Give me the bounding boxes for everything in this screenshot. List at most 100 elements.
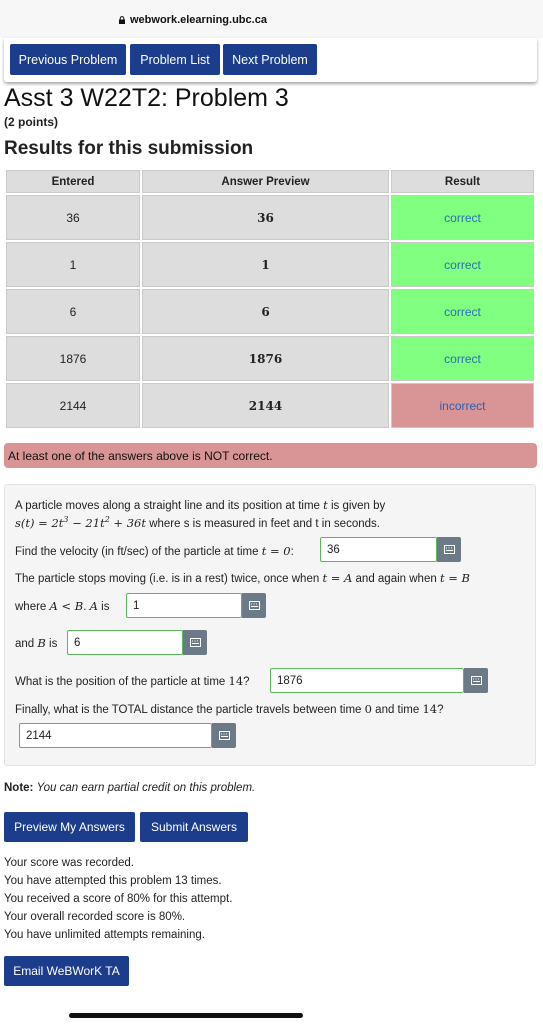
- note-label: Note:: [4, 782, 34, 794]
- question-text: The particle stops moving (i.e. is in a …: [15, 573, 320, 585]
- formula-part: − 21t: [68, 515, 105, 530]
- message-line: Your score was recorded.: [4, 857, 134, 869]
- problem-statement-line2: s(t) = 2t3 − 21t2 + 36t where s is measu…: [15, 515, 380, 530]
- browser-address-bar[interactable]: webwork.elearning.ubc.ca: [0, 0, 543, 38]
- equation-editor-button[interactable]: [183, 630, 207, 655]
- equation-editor-button[interactable]: [242, 593, 266, 618]
- question-rest-line2: where A < B. A is: [15, 599, 109, 613]
- header-result: Result: [391, 170, 534, 193]
- statement-units: where s is measured in feet and t in sec…: [149, 517, 380, 530]
- question-text: ?: [243, 676, 250, 688]
- question-text: and: [15, 638, 35, 650]
- question-text: Finally, what is the TOTAL distance the …: [15, 704, 362, 716]
- equation-editor-button[interactable]: [437, 537, 461, 562]
- table-row: 1 1 correct: [6, 242, 534, 287]
- page: webwork.elearning.ubc.ca Previous Proble…: [0, 0, 543, 1024]
- problem-statement-line1: A particle moves along a straight line a…: [15, 498, 385, 512]
- email-ta-button[interactable]: Email WeBWorK TA: [4, 956, 129, 986]
- formula-part: + 36t: [109, 515, 146, 530]
- entered-cell: 6: [6, 289, 140, 334]
- statement-text: A particle moves along a straight line a…: [15, 500, 320, 512]
- answer-input-4[interactable]: 1876: [270, 668, 464, 693]
- math-expression: t = B: [439, 571, 470, 585]
- header-answer-preview: Answer Preview: [142, 170, 389, 193]
- page-title: Asst 3 W22T2: Problem 3: [4, 84, 289, 112]
- answer-input-3[interactable]: 6: [67, 630, 183, 655]
- question-text: is: [101, 601, 110, 613]
- preview-cell: 1876: [142, 336, 389, 381]
- result-cell: correct: [391, 289, 534, 334]
- table-row: 36 36 correct: [6, 195, 534, 240]
- math-expression: t = 0: [261, 544, 291, 558]
- math-expression: B: [37, 636, 46, 650]
- table-row: 6 6 correct: [6, 289, 534, 334]
- home-indicator[interactable]: [69, 1013, 303, 1018]
- equation-editor-icon: [443, 545, 455, 554]
- question-text: and again when: [355, 573, 437, 585]
- question-text: Find the velocity (in ft/sec) of the par…: [15, 546, 259, 558]
- equation-editor-icon: [189, 638, 201, 647]
- url-label: webwork.elearning.ubc.ca: [130, 14, 267, 26]
- math-expression: 14: [422, 702, 438, 716]
- math-expression: t = A: [322, 571, 353, 585]
- entered-cell: 36: [6, 195, 140, 240]
- problem-nav: Previous Problem Problem List Next Probl…: [4, 38, 537, 82]
- result-cell: correct: [391, 195, 534, 240]
- position-formula: s(t) = 2t3 − 21t2 + 36t: [15, 515, 146, 530]
- math-expression: 14: [228, 674, 244, 688]
- answer-input-2[interactable]: 1: [126, 593, 242, 618]
- question-text: What is the position of the particle at …: [15, 676, 226, 688]
- question-position: What is the position of the particle at …: [15, 674, 250, 688]
- entered-cell: 1: [6, 242, 140, 287]
- question-b: and B is: [15, 636, 57, 650]
- message-line: You have attempted this problem 13 times…: [4, 875, 222, 887]
- equation-editor-icon: [218, 731, 230, 740]
- submit-answers-button[interactable]: Submit Answers: [140, 812, 248, 842]
- statement-text-end: is given by: [330, 500, 386, 512]
- math-expression: A < B: [49, 599, 84, 613]
- message-line: Your overall recorded score is 80%.: [4, 911, 186, 923]
- answer-input-5[interactable]: 2144: [19, 723, 212, 748]
- lock-icon: [119, 16, 125, 24]
- math-expression: 0: [364, 702, 372, 716]
- entered-cell: 1876: [6, 336, 140, 381]
- preview-cell: 6: [142, 289, 389, 334]
- table-row: 1876 1876 correct: [6, 336, 534, 381]
- problem-body: A particle moves along a straight line a…: [4, 484, 536, 766]
- header-entered: Entered: [6, 170, 140, 193]
- question-distance: Finally, what is the TOTAL distance the …: [15, 702, 444, 716]
- next-problem-button[interactable]: Next Problem: [223, 44, 317, 75]
- results-heading: Results for this submission: [4, 138, 254, 159]
- answer-input-1[interactable]: 36: [320, 537, 437, 562]
- table-row: 2144 2144 incorrect: [6, 383, 534, 428]
- preview-cell: 1: [142, 242, 389, 287]
- entered-cell: 2144: [6, 383, 140, 428]
- results-header-row: Entered Answer Preview Result: [6, 170, 534, 193]
- url-text: webwork.elearning.ubc.ca: [118, 14, 267, 26]
- math-expression: A: [89, 599, 98, 613]
- previous-problem-button[interactable]: Previous Problem: [10, 44, 126, 75]
- note-text: You can earn partial credit on this prob…: [36, 782, 256, 794]
- equation-editor-icon: [470, 676, 482, 685]
- result-cell: correct: [391, 242, 534, 287]
- preview-cell: 36: [142, 195, 389, 240]
- preview-cell: 2144: [142, 383, 389, 428]
- question-text: :: [290, 546, 294, 558]
- preview-answers-button[interactable]: Preview My Answers: [4, 812, 135, 842]
- problem-list-button[interactable]: Problem List: [130, 44, 220, 75]
- equation-editor-icon: [248, 601, 260, 610]
- incorrect-alert: At least one of the answers above is NOT…: [4, 443, 537, 468]
- problem-points: (2 points): [4, 115, 58, 129]
- equation-editor-button[interactable]: [464, 668, 488, 693]
- question-text: is: [49, 638, 58, 650]
- question-text: and time: [375, 704, 420, 716]
- question-text: ?: [437, 704, 444, 716]
- equation-editor-button[interactable]: [212, 723, 236, 748]
- score-messages: Your score was recorded. You have attemp…: [4, 854, 232, 944]
- partial-credit-note: Note: You can earn partial credit on thi…: [4, 782, 255, 794]
- result-cell: correct: [391, 336, 534, 381]
- question-velocity: Find the velocity (in ft/sec) of the par…: [15, 544, 294, 558]
- result-cell: incorrect: [391, 383, 534, 428]
- math-t: t: [323, 498, 328, 512]
- message-line: You have unlimited attempts remaining.: [4, 929, 205, 941]
